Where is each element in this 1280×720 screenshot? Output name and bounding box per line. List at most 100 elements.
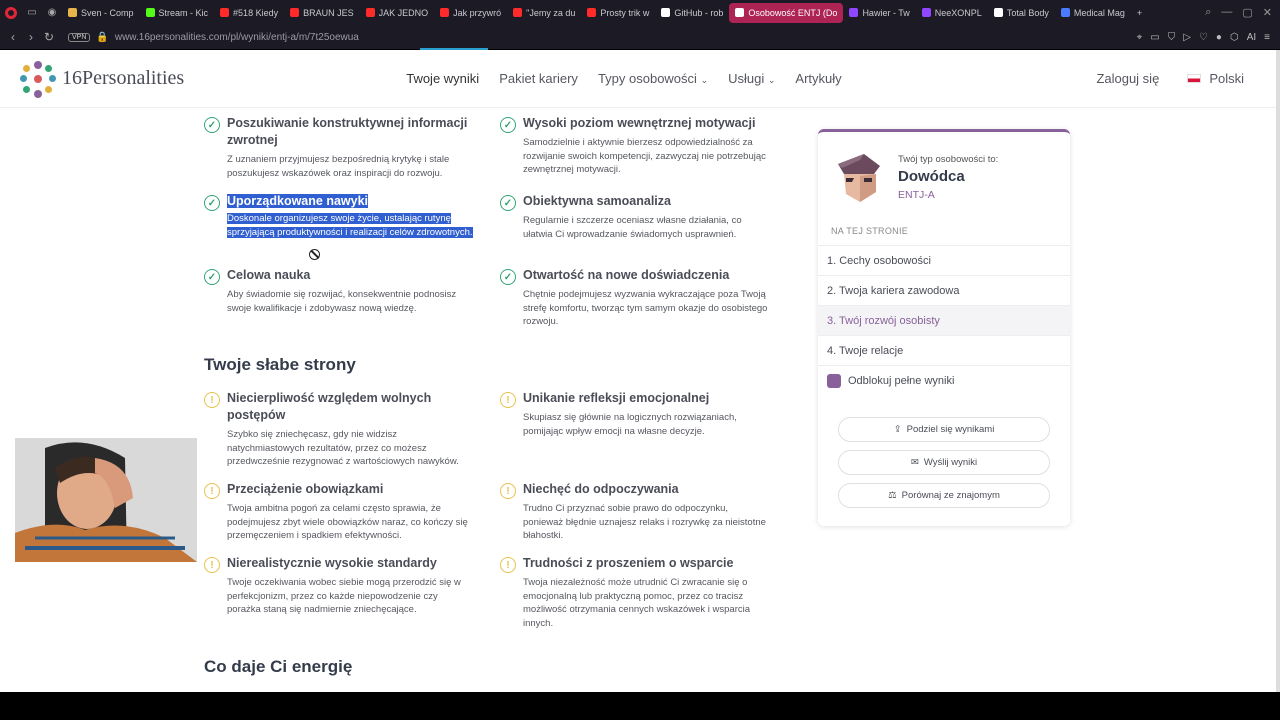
workspaces-icon[interactable]: ▭ (22, 0, 42, 25)
strength-title: Otwartość na nowe doświadczenia (523, 268, 730, 282)
back-icon[interactable]: ‹ (4, 30, 22, 44)
weakness-item: ! Trudności z proszeniem o wsparcie Twoj… (500, 555, 770, 630)
nav-twoje-wyniki[interactable]: Twoje wyniki (406, 71, 479, 86)
chevron-down-icon: ⌄ (767, 75, 776, 85)
tab-label: BRAUN JES (303, 7, 354, 18)
send-results-button[interactable]: ✉ Wyślij wyniki (838, 450, 1050, 475)
strength-item: ✓ Uporządkowane nawyki Doskonale organiz… (204, 193, 474, 239)
tab-favicon-icon (993, 8, 1003, 17)
type-code: ENTJ-A (898, 189, 935, 201)
tab-favicon-icon (587, 8, 597, 17)
browser-tab[interactable]: Medical Mag (1055, 0, 1131, 25)
tab-favicon-icon (68, 8, 77, 17)
play-icon[interactable]: ▷ (1183, 32, 1191, 43)
opera-logo-icon[interactable] (0, 0, 22, 25)
browser-tab[interactable]: Hawier - Tw (843, 0, 915, 25)
browser-tab[interactable]: NeeXONPL (916, 0, 988, 25)
share-icon: ⇪ (893, 424, 902, 435)
close-window-icon[interactable]: ✕ (1263, 6, 1272, 19)
tab-label: Hawier - Tw (862, 7, 910, 18)
new-tab-button[interactable]: + (1131, 0, 1148, 25)
maximize-icon[interactable]: ▢ (1242, 6, 1252, 19)
nav-uslugi[interactable]: Usługi ⌄ (728, 71, 775, 86)
checkmark-icon: ✓ (500, 117, 516, 133)
send-results-label: Wyślij wyniki (923, 457, 978, 468)
strength-title: Poszukiwanie konstruktywnej informacji z… (227, 116, 468, 147)
snapshot-icon[interactable]: ⌖ (1137, 32, 1143, 43)
share-results-button[interactable]: ⇪ Podziel się wynikami (838, 417, 1050, 442)
login-link[interactable]: Zaloguj się (1096, 71, 1159, 86)
browser-tab[interactable]: Sven - Comp (62, 0, 140, 25)
compare-friend-button[interactable]: ⚖ Porównaj ze znajomym (838, 483, 1050, 508)
checkmark-icon: ✓ (204, 195, 220, 211)
tab-favicon-icon (145, 8, 155, 17)
search-tabs-icon[interactable]: ⌕ (1205, 6, 1211, 19)
weakness-text: Skupiasz się głównie na logicznych rozwi… (523, 412, 737, 437)
results-sidebar-panel: Twój typ osobowości to: Dowódca ENTJ-A N… (818, 129, 1070, 526)
reload-icon[interactable]: ↻ (40, 30, 58, 44)
language-selector[interactable]: Polski (1187, 71, 1244, 86)
tab-label: Total Body (1006, 7, 1049, 18)
menu-icon[interactable]: ≡ (1264, 32, 1270, 43)
strength-item: ✓ Obiektywna samoanaliza Regularnie i sz… (500, 193, 770, 241)
tab-favicon-icon (290, 8, 300, 17)
heart-icon[interactable]: ♡ (1199, 32, 1208, 43)
weakness-text: Twoja ambitna pogoń za celami często spr… (227, 503, 468, 541)
tab-favicon-icon (849, 8, 859, 17)
not-allowed-cursor-icon (309, 249, 320, 260)
account-icon[interactable]: ● (1216, 32, 1222, 43)
tab-icon[interactable]: ▭ (1150, 32, 1159, 43)
toc-item-relacje[interactable]: 4. Twoje relacje (818, 335, 1070, 365)
forward-icon[interactable]: › (22, 30, 40, 44)
address-bar: ‹ › ↻ VPN 🔒 www.16personalities.com/pl/w… (0, 25, 1280, 49)
warning-icon: ! (204, 557, 220, 573)
browser-tab[interactable]: Total Body (988, 0, 1055, 25)
browser-tab[interactable]: Osobowość ENTJ (Do (729, 2, 844, 23)
nav-pakiet-kariery[interactable]: Pakiet kariery (499, 71, 578, 86)
tab-label: #518 Kiedy (233, 7, 279, 18)
strength-text: Z uznaniem przyjmujesz bezpośrednią kryt… (227, 154, 450, 179)
shield-icon[interactable]: ⛉ (1168, 32, 1176, 43)
nav-artykuly[interactable]: Artykuły (795, 71, 841, 86)
language-label: Polski (1209, 71, 1244, 86)
tab-favicon-icon (1060, 8, 1070, 17)
logo-dots-icon (20, 60, 56, 98)
tab-favicon-icon (735, 8, 745, 17)
tab-label: Jak przywró (453, 7, 502, 18)
toc-item-rozwoj[interactable]: 3. Twój rozwój osobisty (818, 305, 1070, 335)
on-page-heading: NA TEJ STRONIE (831, 226, 909, 236)
browser-tab[interactable]: #518 Kiedy (214, 0, 284, 25)
toc-item-cechy[interactable]: 1. Cechy osobowości (818, 245, 1070, 275)
browser-tab[interactable]: Jak przywró (434, 0, 507, 25)
warning-icon: ! (500, 483, 516, 499)
warning-icon: ! (500, 392, 516, 408)
page-scrollbar[interactable] (1276, 50, 1280, 692)
browser-tab-bar: ▭ ◉ Sven - Comp Stream - Kic #518 Kiedy BRA… (0, 0, 1280, 25)
browser-tab[interactable]: JAK JEDNO (360, 0, 435, 25)
browser-tab[interactable]: BRAUN JES (284, 0, 360, 25)
url-field[interactable]: www.16personalities.com/pl/wyniki/entj-a… (115, 32, 359, 43)
flag-poland-icon (1187, 74, 1202, 83)
toc-item-kariera[interactable]: 2. Twoja kariera zawodowa (818, 275, 1070, 305)
aria-ai-icon[interactable]: AI (1247, 32, 1256, 43)
checkmark-icon: ✓ (204, 117, 220, 133)
share-results-label: Podziel się wynikami (906, 424, 995, 435)
browser-tab[interactable]: "Jemy za du (507, 0, 581, 25)
extensions-icon[interactable]: ⬡ (1230, 32, 1239, 43)
browser-tab[interactable]: Prosty trik w (581, 0, 655, 25)
vpn-badge[interactable]: VPN (68, 32, 91, 42)
weakness-text: Trudno Ci przyznać sobie prawo do odpocz… (523, 503, 766, 541)
table-of-contents: 1. Cechy osobowości 2. Twoja kariera zaw… (818, 245, 1070, 395)
logo-text: 16Personalities (62, 67, 185, 89)
tab-favicon-icon (921, 8, 931, 17)
unlock-full-results-link[interactable]: Odblokuj pełne wyniki (818, 365, 1070, 395)
browser-tab[interactable]: GitHub - rob (655, 0, 729, 25)
nav-typy-osobowosci[interactable]: Typy osobowości ⌄ (598, 71, 708, 86)
site-logo[interactable]: 16Personalities (20, 60, 185, 98)
strength-text: Samodzielnie i aktywnie bierzesz odpowie… (523, 137, 766, 175)
browser-tab[interactable]: Stream - Kic (140, 0, 215, 25)
tab-label: GitHub - rob (674, 7, 724, 18)
pinned-tab-icon[interactable]: ◉ (42, 0, 62, 25)
minimize-icon[interactable]: — (1221, 6, 1232, 19)
chevron-down-icon: ⌄ (700, 75, 709, 85)
